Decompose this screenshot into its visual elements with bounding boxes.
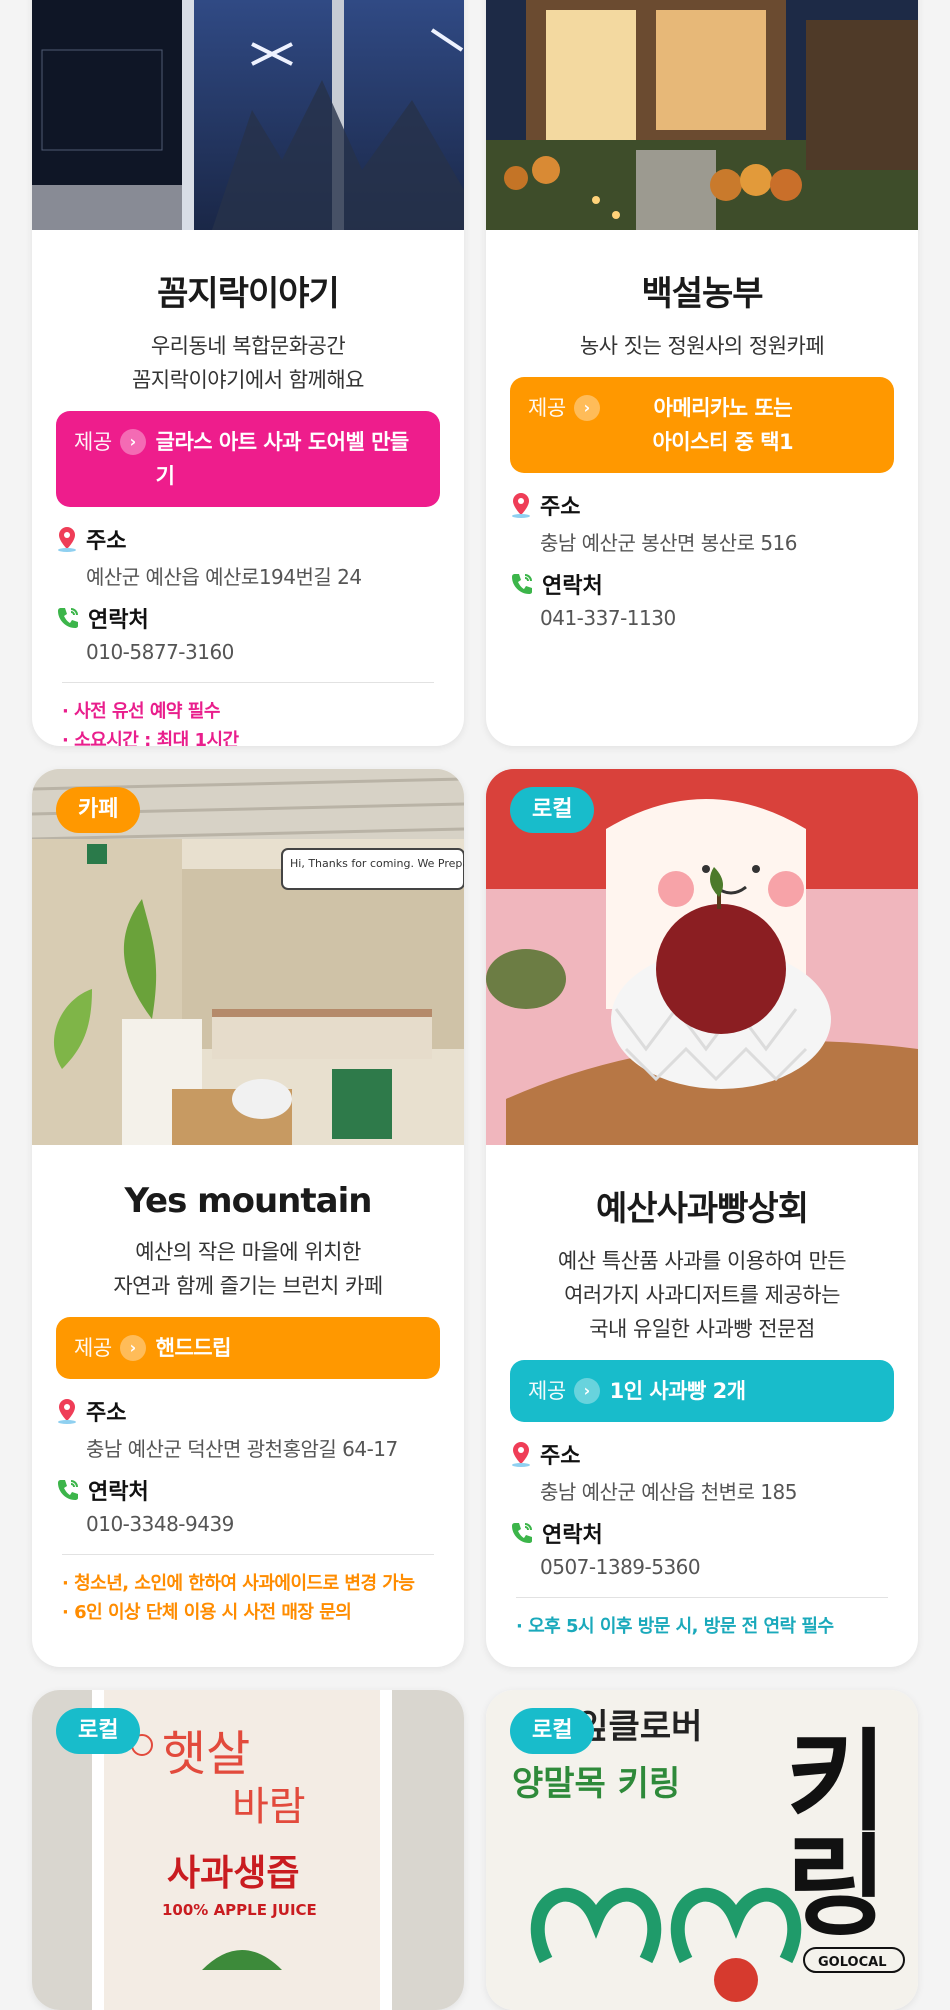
chevron-right-icon: ›: [119, 1335, 146, 1361]
phone-icon: [58, 608, 78, 628]
contact-value[interactable]: 0507-1389-5360: [540, 1555, 894, 1579]
address-value: 충남 예산군 예산읍 천변로 185: [540, 1480, 798, 1504]
place-card-baekseol[interactable]: 백설농부 농사 짓는 정원사의 정원카페 제공 › 아메리카노 또는 아이스티 …: [486, 0, 918, 746]
place-title: 백설농부: [641, 274, 763, 314]
keyring-product: 양말목 키링: [512, 1764, 680, 1804]
garden-cafe-photo: [486, 0, 918, 230]
offer-label: 제공: [528, 1379, 566, 1403]
address-value: 예산군 예산읍 예산로194번길 24: [86, 565, 362, 589]
offer-box: 제공 › 1인 사과빵 2개: [510, 1360, 894, 1422]
juice-product-name: 사과생즙: [167, 1853, 299, 1894]
juice-subtitle: 100% APPLE JUICE: [162, 1901, 317, 1919]
offer-label: 제공: [528, 396, 566, 420]
address-value: 충남 예산군 봉산면 봉산로 516: [540, 531, 798, 555]
offer-box: 제공 › 아메리카노 또는 아이스티 중 택1: [510, 377, 894, 473]
place-photo: 네잎클로버 양말목 키링 키 링 GOLOCAL 로컬: [486, 1690, 918, 2010]
place-description: 예산 특산품 사과를 이용하여 만든 여러가지 사과디저트를 제공하는 국내 유…: [557, 1249, 847, 1341]
divider: [62, 682, 434, 683]
notes: · 사전 유선 예약 필수 · 소요시간 : 최대 1시간: [62, 701, 239, 746]
offer-label: 제공: [74, 430, 112, 454]
location-pin-icon: [512, 1442, 530, 1467]
offer-box: 제공 › 핸드드립: [56, 1317, 440, 1379]
address-heading: 주소: [56, 1393, 440, 1429]
offer-text: 아메리카노 또는 아이스티 중 택1: [652, 396, 794, 454]
offer-box: 제공 › 글라스 아트 사과 도어벨 만들기: [56, 411, 440, 507]
place-card-yes-mountain[interactable]: Hi, Thanks for coming. We Prepared Nice …: [32, 769, 464, 1667]
address-value: 충남 예산군 덕산면 광천홍암길 64-17: [86, 1437, 398, 1461]
phone-icon: [58, 1480, 78, 1500]
contact-heading: 연락처: [510, 566, 894, 602]
chevron-right-icon: ›: [573, 395, 600, 421]
juice-brand-line1: 햇살: [162, 1726, 250, 1782]
category-tag: 카페: [56, 787, 141, 833]
category-tag: 로컬: [56, 1708, 141, 1754]
place-title: 예산사과빵상회: [596, 1189, 809, 1229]
golocal-badge: GOLOCAL: [818, 1955, 886, 1970]
category-tag: 로컬: [510, 1708, 595, 1754]
place-photo: Hi, Thanks for coming. We Prepared Nice …: [32, 769, 464, 1145]
place-photo: [486, 0, 918, 230]
place-title: Yes mountain: [124, 1181, 373, 1221]
glass-window-photo: [32, 0, 464, 230]
divider: [516, 1597, 888, 1598]
offer-text: 핸드드립: [155, 1336, 232, 1360]
contact-heading: 연락처: [56, 600, 440, 636]
place-card-apple-bread[interactable]: 로컬 예산사과빵상회 예산 특산품 사과를 이용하여 만든 여러가지 사과디저트…: [486, 769, 918, 1667]
contact-heading: 연락처: [56, 1472, 440, 1508]
place-photo: [32, 0, 464, 230]
chevron-right-icon: ›: [573, 1378, 600, 1404]
notes: · 오후 5시 이후 방문 시, 방문 전 연락 필수: [516, 1616, 834, 1637]
place-card-apple-juice[interactable]: 햇살 바람 사과생즙 100% APPLE JUICE 로컬: [32, 1690, 464, 2010]
place-card-kkomjirak[interactable]: 꼼지락이야기 우리동네 복합문화공간 꼼지락이야기에서 함께해요 제공 › 글라…: [32, 0, 464, 746]
location-pin-icon: [512, 493, 530, 518]
divider: [62, 1554, 434, 1555]
location-pin-icon: [58, 1399, 76, 1424]
address-heading: 주소: [56, 521, 440, 557]
cafe-sign-text: Hi, Thanks for coming. We Prepared Nice …: [290, 857, 464, 870]
location-pin-icon: [58, 527, 76, 552]
offer-text: 1인 사과빵 2개: [609, 1379, 746, 1403]
offer-text: 글라스 아트 사과 도어벨 만들기: [155, 430, 410, 488]
contact-value[interactable]: 041-337-1130: [540, 606, 894, 630]
place-description: 농사 짓는 정원사의 정원카페: [579, 334, 825, 358]
contact-heading: 연락처: [510, 1515, 894, 1551]
place-photo: 햇살 바람 사과생즙 100% APPLE JUICE 로컬: [32, 1690, 464, 2010]
chevron-right-icon: ›: [119, 429, 146, 455]
place-photo: 로컬: [486, 769, 918, 1145]
offer-label: 제공: [74, 1336, 112, 1360]
juice-brand-line2: 바람: [232, 1784, 306, 1830]
contact-value[interactable]: 010-3348-9439: [86, 1512, 440, 1536]
place-title: 꼼지락이야기: [157, 274, 340, 314]
notes: · 청소년, 소인에 한하여 사과에이드로 변경 가능 · 6인 이상 단체 이…: [62, 1573, 415, 1623]
category-tag: 로컬: [510, 787, 595, 833]
contact-value[interactable]: 010-5877-3160: [86, 640, 440, 664]
place-description: 우리동네 복합문화공간 꼼지락이야기에서 함께해요: [131, 334, 365, 392]
phone-icon: [512, 1523, 532, 1543]
address-heading: 주소: [510, 487, 894, 523]
address-heading: 주소: [510, 1436, 894, 1472]
phone-icon: [512, 574, 532, 594]
place-card-keyring[interactable]: 네잎클로버 양말목 키링 키 링 GOLOCAL 로컬: [486, 1690, 918, 2010]
place-description: 예산의 작은 마을에 위치한 자연과 함께 즐기는 브런치 카페: [113, 1240, 383, 1298]
